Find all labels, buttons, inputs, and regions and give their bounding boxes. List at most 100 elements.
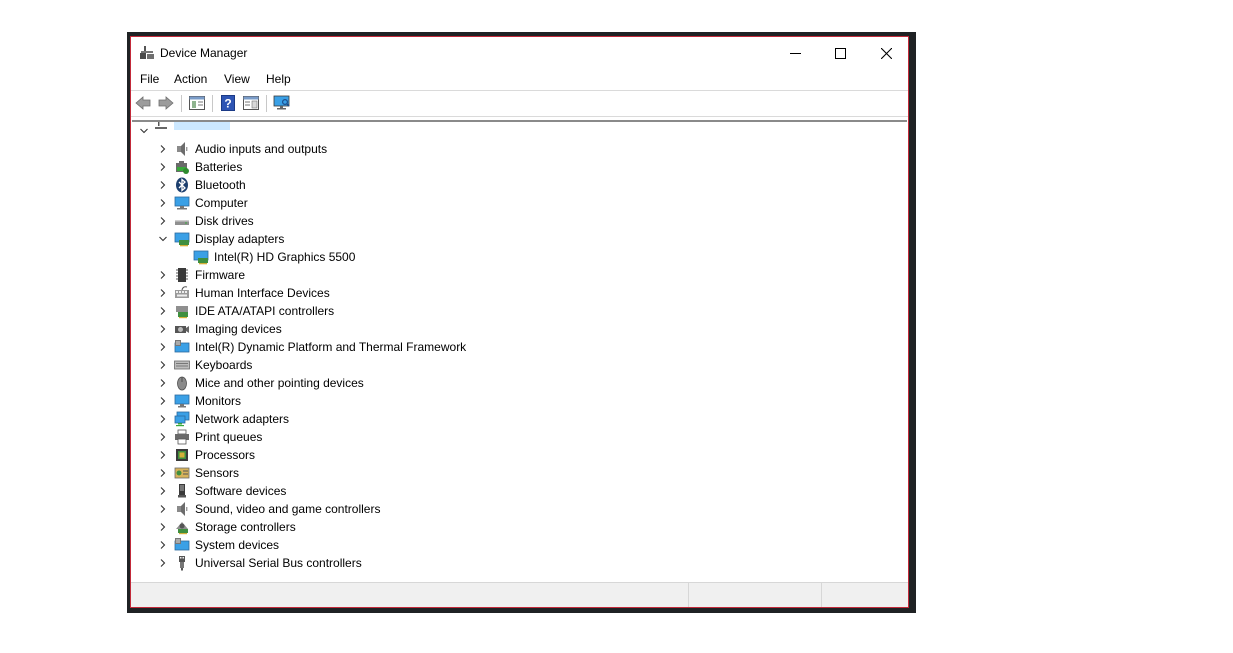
tree-category-label[interactable]: Batteries	[195, 160, 242, 174]
menu-view[interactable]: View	[224, 72, 250, 86]
tree-category-label[interactable]: Imaging devices	[195, 322, 282, 336]
properties-button[interactable]	[242, 94, 260, 112]
tree-category-label[interactable]: Storage controllers	[195, 520, 296, 534]
tree-category-row[interactable]: Computer	[132, 194, 907, 212]
tree-category-label[interactable]: Firmware	[195, 268, 245, 282]
tree-category-row[interactable]: Firmware	[132, 266, 907, 284]
tree-category-row[interactable]: Imaging devices	[132, 320, 907, 338]
chevron-right-icon[interactable]	[159, 433, 167, 441]
tree-category-row[interactable]: Human Interface Devices	[132, 284, 907, 302]
maximize-button[interactable]	[817, 37, 863, 69]
tree-category-row[interactable]: Sensors	[132, 464, 907, 482]
forward-arrow-icon	[158, 96, 174, 110]
tree-category-label[interactable]: Print queues	[195, 430, 262, 444]
toolbar-separator	[266, 95, 267, 112]
tree-category-row[interactable]: Display adapters	[132, 230, 907, 248]
chevron-right-icon[interactable]	[159, 541, 167, 549]
chevron-right-icon[interactable]	[159, 271, 167, 279]
tree-category-row[interactable]: Network adapters	[132, 410, 907, 428]
tree-root-label[interactable]	[174, 122, 230, 130]
tree-category-row[interactable]: System devices	[132, 536, 907, 554]
update-driver-icon	[243, 96, 259, 110]
chevron-right-icon[interactable]	[159, 361, 167, 369]
tree-category-label[interactable]: IDE ATA/ATAPI controllers	[195, 304, 334, 318]
chevron-down-icon[interactable]	[140, 127, 148, 135]
tree-category-row[interactable]: Keyboards	[132, 356, 907, 374]
tree-category-row[interactable]: Print queues	[132, 428, 907, 446]
tree-category-label[interactable]: Bluetooth	[195, 178, 246, 192]
chevron-down-icon[interactable]	[159, 235, 167, 243]
tree-category-label[interactable]: Human Interface Devices	[195, 286, 330, 300]
forward-button[interactable]	[157, 94, 175, 112]
tree-category-row[interactable]: Sound, video and game controllers	[132, 500, 907, 518]
tree-category-row[interactable]: Storage controllers	[132, 518, 907, 536]
chevron-right-icon[interactable]	[159, 181, 167, 189]
tree-category-label[interactable]: Display adapters	[195, 232, 284, 246]
tree-category-row[interactable]: Intel(R) Dynamic Platform and Thermal Fr…	[132, 338, 907, 356]
tree-category-label[interactable]: Sound, video and game controllers	[195, 502, 380, 516]
maximize-icon	[834, 47, 846, 59]
tree-category-row[interactable]: Universal Serial Bus controllers	[132, 554, 907, 572]
device-tree[interactable]: Audio inputs and outputs Batteries Bluetoo…	[132, 120, 907, 585]
chevron-right-icon[interactable]	[159, 451, 167, 459]
tree-category-label[interactable]: Network adapters	[195, 412, 289, 426]
tree-category-label[interactable]: Software devices	[195, 484, 286, 498]
tree-category-label[interactable]: Processors	[195, 448, 255, 462]
scan-for-hardware-changes-button[interactable]	[273, 94, 291, 112]
tree-category-row[interactable]: Audio inputs and outputs	[132, 140, 907, 158]
network-adapter-icon	[174, 411, 190, 427]
tree-root-row[interactable]	[132, 122, 907, 140]
tree-device-row[interactable]: Intel(R) HD Graphics 5500	[132, 248, 907, 266]
chevron-right-icon[interactable]	[159, 163, 167, 171]
tree-category-label[interactable]: System devices	[195, 538, 279, 552]
status-bar	[131, 582, 908, 607]
tree-category-row[interactable]: Disk drives	[132, 212, 907, 230]
chevron-right-icon[interactable]	[159, 307, 167, 315]
menu-action[interactable]: Action	[174, 72, 207, 86]
tree-category-label[interactable]: Audio inputs and outputs	[195, 142, 327, 156]
back-button[interactable]	[134, 94, 152, 112]
chevron-right-icon[interactable]	[159, 217, 167, 225]
chevron-right-icon[interactable]	[159, 379, 167, 387]
help-button[interactable]: ?	[219, 94, 237, 112]
chevron-right-icon[interactable]	[159, 397, 167, 405]
tree-category-label[interactable]: Monitors	[195, 394, 241, 408]
tree-category-label[interactable]: Intel(R) Dynamic Platform and Thermal Fr…	[195, 340, 466, 354]
sensor-icon	[174, 467, 190, 479]
minimize-button[interactable]	[772, 37, 818, 69]
tree-category-label[interactable]: Sensors	[195, 466, 239, 480]
tree-category-row[interactable]: Bluetooth	[132, 176, 907, 194]
tree-category-label[interactable]: Keyboards	[195, 358, 252, 372]
tree-category-row[interactable]: IDE ATA/ATAPI controllers	[132, 302, 907, 320]
chevron-right-icon[interactable]	[159, 469, 167, 477]
minimize-icon	[789, 52, 801, 54]
tree-category-row[interactable]: Batteries	[132, 158, 907, 176]
menu-help[interactable]: Help	[266, 72, 291, 86]
chevron-right-icon[interactable]	[159, 487, 167, 495]
tree-category-row[interactable]: Processors	[132, 446, 907, 464]
show-hide-console-tree-button[interactable]	[188, 94, 206, 112]
tree-category-row[interactable]: Monitors	[132, 392, 907, 410]
chevron-right-icon[interactable]	[159, 343, 167, 351]
chevron-right-icon[interactable]	[159, 559, 167, 567]
menu-file[interactable]: File	[140, 72, 159, 86]
close-button[interactable]	[863, 37, 909, 69]
tree-category-row[interactable]: Software devices	[132, 482, 907, 500]
tree-category-label[interactable]: Computer	[195, 196, 248, 210]
tree-category-label[interactable]: Mice and other pointing devices	[195, 376, 364, 390]
title-bar[interactable]: Device Manager	[131, 37, 908, 69]
system-device-icon	[174, 340, 190, 353]
tree-category-label[interactable]: Universal Serial Bus controllers	[195, 556, 362, 570]
status-section	[821, 583, 909, 607]
tree-device-label[interactable]: Intel(R) HD Graphics 5500	[214, 250, 355, 264]
tree-category-label[interactable]: Disk drives	[195, 214, 254, 228]
chevron-right-icon[interactable]	[159, 145, 167, 153]
camera-icon	[175, 326, 189, 333]
chevron-right-icon[interactable]	[159, 199, 167, 207]
tree-category-row[interactable]: Mice and other pointing devices	[132, 374, 907, 392]
chevron-right-icon[interactable]	[159, 289, 167, 297]
chevron-right-icon[interactable]	[159, 523, 167, 531]
chevron-right-icon[interactable]	[159, 325, 167, 333]
chevron-right-icon[interactable]	[159, 415, 167, 423]
chevron-right-icon[interactable]	[159, 505, 167, 513]
